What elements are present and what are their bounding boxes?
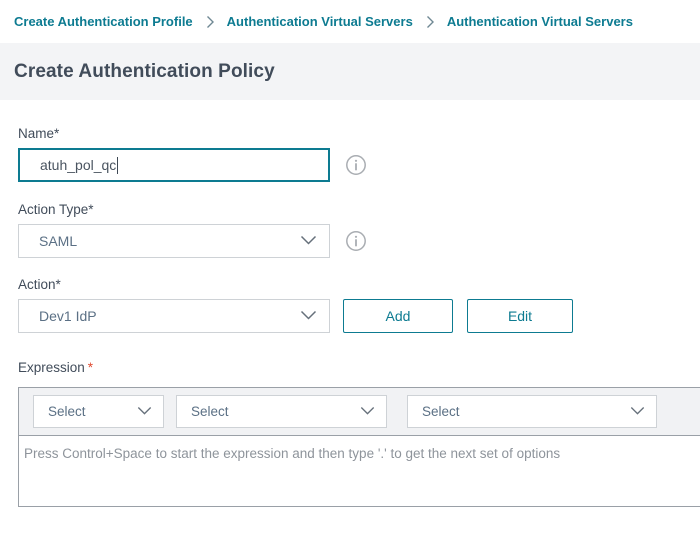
name-info-icon[interactable] bbox=[345, 154, 367, 176]
expression-input[interactable] bbox=[18, 436, 700, 507]
action-type-info-icon[interactable] bbox=[345, 230, 367, 252]
expression-select-first-value: Select bbox=[48, 404, 86, 419]
chevron-down-icon bbox=[300, 308, 317, 324]
action-type-select[interactable]: SAML bbox=[18, 224, 330, 258]
page-header: Create Authentication Policy bbox=[0, 43, 700, 100]
breadcrumb-item-authentication-virtual-servers-current[interactable]: Authentication Virtual Servers bbox=[447, 14, 633, 29]
action-select[interactable]: Dev1 IdP bbox=[18, 299, 330, 333]
breadcrumb-item-authentication-virtual-servers[interactable]: Authentication Virtual Servers bbox=[227, 14, 413, 29]
action-type-selected-value: SAML bbox=[39, 233, 77, 249]
expression-label: Expression bbox=[18, 360, 85, 375]
action-label: Action* bbox=[18, 277, 700, 292]
add-button[interactable]: Add bbox=[343, 299, 453, 333]
expression-select-third[interactable]: Select bbox=[407, 395, 657, 428]
chevron-down-icon bbox=[630, 404, 645, 419]
text-cursor bbox=[117, 157, 118, 174]
create-authentication-policy-form: Name* atuh_pol_qc Action Type* SAML bbox=[0, 100, 700, 507]
expression-editor: Select Select Select bbox=[18, 387, 700, 507]
expression-required-asterisk: * bbox=[88, 360, 93, 375]
expression-toolbar: Select Select Select bbox=[18, 387, 700, 436]
chevron-down-icon bbox=[300, 233, 317, 249]
breadcrumb: Create Authentication Profile Authentica… bbox=[0, 0, 700, 43]
expression-select-second-value: Select bbox=[191, 404, 229, 419]
action-type-label: Action Type* bbox=[18, 202, 700, 217]
expression-select-third-value: Select bbox=[422, 404, 460, 419]
chevron-right-icon bbox=[424, 15, 436, 29]
expression-select-first[interactable]: Select bbox=[33, 395, 164, 428]
breadcrumb-item-create-authentication-profile[interactable]: Create Authentication Profile bbox=[14, 14, 193, 29]
chevron-down-icon bbox=[360, 404, 375, 419]
name-input-value: atuh_pol_qc bbox=[40, 157, 116, 173]
chevron-right-icon bbox=[204, 15, 216, 29]
chevron-down-icon bbox=[137, 404, 152, 419]
edit-button[interactable]: Edit bbox=[467, 299, 573, 333]
name-input[interactable]: atuh_pol_qc bbox=[18, 148, 330, 182]
name-label: Name* bbox=[18, 126, 700, 141]
expression-select-second[interactable]: Select bbox=[176, 395, 387, 428]
page-title: Create Authentication Policy bbox=[14, 61, 275, 83]
action-selected-value: Dev1 IdP bbox=[39, 308, 97, 324]
